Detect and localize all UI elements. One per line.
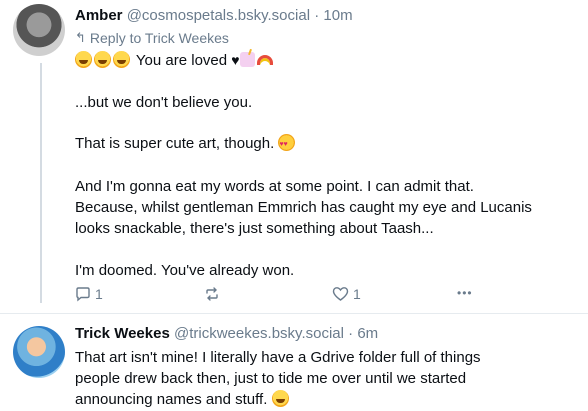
post-text-line: You are loved ♥: [75, 50, 273, 71]
comment-icon: [76, 287, 90, 302]
more-icon: •••: [457, 286, 473, 300]
rainbow-emoji-icon: [256, 55, 273, 65]
post-text-line: announcing names and stuff.: [75, 390, 291, 410]
post-time[interactable]: 6m: [357, 325, 378, 342]
grinning-sweat-emoji-icon: [94, 51, 111, 68]
post-header: Trick Weekes @trickweekes.bsky.social · …: [75, 325, 378, 342]
reply-arrow-icon: ↰: [75, 30, 86, 45]
post-time[interactable]: 10m: [323, 7, 352, 24]
black-heart-icon: ♥: [231, 52, 240, 68]
post-text-line: ...but we don't believe you.: [75, 94, 253, 111]
post-text-line: And I'm gonna eat my words at some point…: [75, 178, 474, 195]
reply-button[interactable]: 1: [75, 286, 103, 302]
avatar[interactable]: [13, 4, 65, 56]
post-text-line: Because, whilst gentleman Emmrich has ca…: [75, 199, 532, 216]
post-divider: [0, 313, 588, 314]
grinning-sweat-emoji-icon: [75, 51, 92, 68]
repost-icon: [206, 287, 218, 301]
post-header: Amber @cosmospetals.bsky.social · 10m: [75, 7, 353, 24]
post-text-line: That art isn't mine! I literally have a …: [75, 349, 481, 366]
post-text-line: looks snackable, there's just something …: [75, 220, 434, 237]
post-text-line: people drew back then, just to tide me o…: [75, 370, 467, 387]
separator-dot: ·: [348, 325, 354, 342]
author-name[interactable]: Trick Weekes: [75, 325, 170, 342]
thread-connector-line: [40, 63, 42, 303]
unicorn-emoji-icon: [239, 52, 255, 67]
reply-to-label: Reply to Trick Weekes: [89, 30, 229, 46]
grinning-sweat-emoji-icon: [113, 51, 130, 68]
avatar[interactable]: [13, 326, 65, 378]
post-text: announcing names and stuff.: [75, 391, 268, 408]
post-text: That is super cute art, though.: [75, 135, 275, 152]
post-actions: 1 1 •••: [75, 286, 475, 306]
more-options-button[interactable]: •••: [457, 286, 473, 300]
grinning-sweat-emoji-icon: [271, 390, 289, 407]
like-button[interactable]: 1: [332, 286, 361, 302]
post-text-line: I'm doomed. You've already won.: [75, 262, 295, 279]
like-count: 1: [353, 286, 361, 302]
reply-count: 1: [95, 286, 103, 302]
heart-icon: [332, 287, 349, 301]
reply-to-link[interactable]: ↰ Reply to Trick Weekes: [75, 30, 229, 46]
author-handle[interactable]: @cosmospetals.bsky.social: [127, 7, 310, 24]
post-text: You are loved: [135, 52, 228, 69]
post-text-line: That is super cute art, though.: [75, 134, 297, 155]
heart-eyes-emoji-icon: [278, 134, 296, 155]
author-name[interactable]: Amber: [75, 7, 123, 24]
author-handle[interactable]: @trickweekes.bsky.social: [174, 325, 344, 342]
separator-dot: ·: [314, 7, 320, 24]
repost-button[interactable]: [204, 286, 220, 302]
